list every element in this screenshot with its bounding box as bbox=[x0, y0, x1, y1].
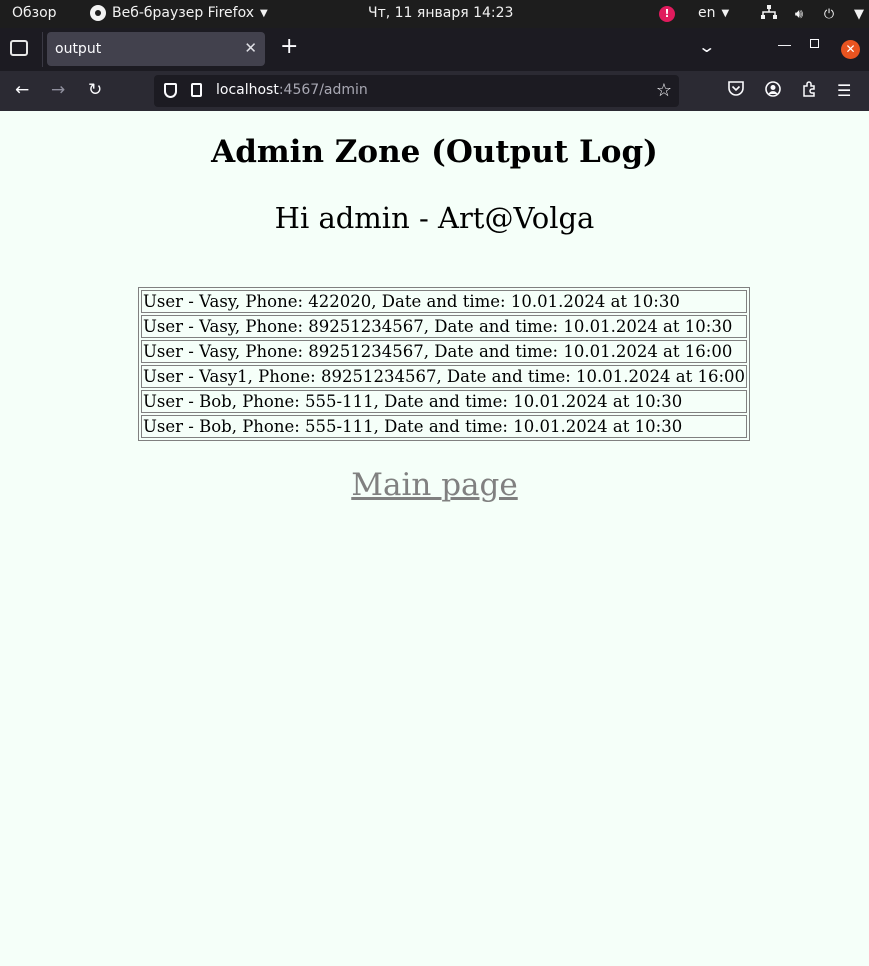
extensions-icon[interactable] bbox=[801, 81, 817, 101]
account-icon[interactable] bbox=[765, 81, 781, 101]
new-tab-icon[interactable]: + bbox=[280, 36, 298, 58]
minimize-icon[interactable]: ― bbox=[778, 38, 791, 53]
url-path: :4567/admin bbox=[278, 82, 368, 98]
pocket-icon[interactable] bbox=[728, 81, 744, 100]
navigation-toolbar: ← → ↻ localhost:4567/admin ☆ ☰ bbox=[0, 71, 869, 111]
menu-hamburger-icon[interactable]: ☰ bbox=[837, 81, 851, 100]
firefox-icon bbox=[90, 5, 106, 21]
window-close-icon[interactable]: ✕ bbox=[841, 40, 860, 59]
tab-title: output bbox=[55, 41, 102, 57]
volume-icon: 🔊︎ bbox=[794, 6, 804, 22]
log-entry: User - Vasy, Phone: 422020, Date and tim… bbox=[141, 290, 748, 313]
clock[interactable]: Чт, 11 января 14:23 bbox=[368, 5, 513, 21]
tab-strip: output ✕ + ⌄ ― ✕ bbox=[0, 28, 869, 71]
log-entry: User - Bob, Phone: 555-111, Date and tim… bbox=[141, 390, 748, 413]
log-entry: User - Vasy1, Phone: 89251234567, Date a… bbox=[141, 365, 748, 388]
greeting: Hi admin - Art@Volga bbox=[274, 201, 595, 235]
table-row: User - Bob, Phone: 555-111, Date and tim… bbox=[141, 415, 748, 438]
url-host: localhost bbox=[216, 82, 279, 98]
log-entry: User - Vasy, Phone: 89251234567, Date an… bbox=[141, 340, 748, 363]
language-switcher[interactable]: en ▼ bbox=[698, 5, 729, 21]
page-title: Admin Zone (Output Log) bbox=[211, 134, 658, 170]
reload-icon[interactable]: ↻ bbox=[88, 80, 102, 100]
app-name: Веб-браузер Firefox bbox=[112, 5, 255, 21]
table-row: User - Vasy1, Phone: 89251234567, Date a… bbox=[141, 365, 748, 388]
divider bbox=[42, 32, 43, 67]
system-top-bar: Обзор Веб-браузер Firefox ▼ Чт, 11 январ… bbox=[0, 0, 869, 28]
system-tray[interactable]: 🔊︎ ⏻ ▼ bbox=[761, 5, 867, 23]
notification-alert-icon[interactable]: ! bbox=[659, 6, 675, 22]
url-text[interactable]: localhost:4567/admin bbox=[216, 82, 368, 98]
table-row: User - Vasy, Phone: 422020, Date and tim… bbox=[141, 290, 748, 313]
caret-down-icon: ▼ bbox=[260, 7, 268, 19]
network-icon bbox=[761, 5, 777, 23]
table-row: User - Vasy, Phone: 89251234567, Date an… bbox=[141, 340, 748, 363]
log-entry: User - Bob, Phone: 555-111, Date and tim… bbox=[141, 415, 748, 438]
chevron-down-icon[interactable]: ⌄ bbox=[697, 37, 716, 56]
table-row: User - Bob, Phone: 555-111, Date and tim… bbox=[141, 390, 748, 413]
tab-output[interactable]: output ✕ bbox=[47, 32, 265, 66]
main-page-link[interactable]: Main page bbox=[0, 467, 869, 503]
page-info-icon[interactable] bbox=[191, 83, 202, 97]
tab-overview-icon[interactable] bbox=[10, 40, 28, 56]
activities-button[interactable]: Обзор bbox=[12, 5, 57, 21]
close-tab-icon[interactable]: ✕ bbox=[244, 39, 257, 57]
back-arrow-icon[interactable]: ← bbox=[15, 80, 29, 100]
language-label: en bbox=[698, 5, 716, 21]
log-entry: User - Vasy, Phone: 89251234567, Date an… bbox=[141, 315, 748, 338]
forward-arrow-icon[interactable]: → bbox=[51, 80, 65, 100]
power-icon: ⏻ bbox=[823, 6, 835, 22]
address-bar[interactable]: localhost:4567/admin ☆ bbox=[154, 75, 679, 107]
output-log-table: User - Vasy, Phone: 422020, Date and tim… bbox=[138, 287, 751, 441]
app-menu[interactable]: Веб-браузер Firefox ▼ bbox=[90, 5, 268, 21]
maximize-icon[interactable] bbox=[810, 39, 819, 48]
tracking-protection-shield-icon[interactable] bbox=[164, 83, 177, 98]
page-content: Admin Zone (Output Log) Hi admin - Art@V… bbox=[0, 111, 869, 966]
table-row: User - Vasy, Phone: 89251234567, Date an… bbox=[141, 315, 748, 338]
bookmark-star-icon[interactable]: ☆ bbox=[656, 80, 672, 101]
caret-down-icon: ▼ bbox=[721, 7, 730, 19]
caret-down-icon: ▼ bbox=[854, 6, 864, 22]
